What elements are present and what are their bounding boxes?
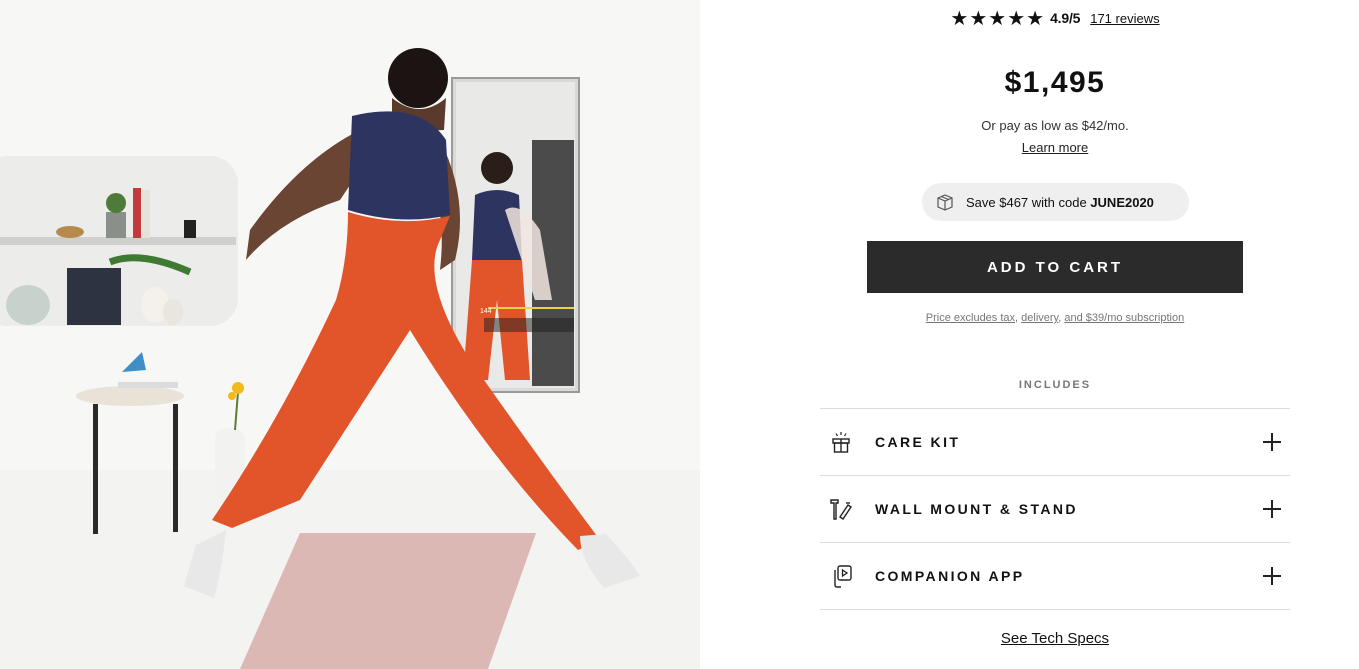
learn-more-row: Learn more xyxy=(820,140,1290,155)
price-excludes-tax-link[interactable]: Price excludes tax xyxy=(926,312,1015,324)
tools-icon xyxy=(828,496,854,522)
woman-top xyxy=(348,111,450,220)
gift-box-icon xyxy=(937,194,953,211)
include-item-companion-app[interactable]: COMPANION APP xyxy=(820,543,1290,610)
price-disclaimer: Price excludes tax, delivery, and $39/mo… xyxy=(820,312,1290,324)
star-icon: ★ xyxy=(1007,6,1026,30)
product-panel: ★ ★ ★ ★ ★ 4.9/5 171 reviews $1,495 Or pa… xyxy=(820,0,1290,669)
learn-more-link[interactable]: Learn more xyxy=(1022,140,1088,155)
phone-app-icon xyxy=(828,563,854,589)
expand-plus-icon[interactable] xyxy=(1262,499,1282,519)
add-to-cart-button[interactable]: ADD TO CART xyxy=(867,241,1243,293)
rating-score: 4.9/5 xyxy=(1050,10,1081,26)
rating-summary: ★ ★ ★ ★ ★ 4.9/5 171 reviews xyxy=(820,8,1290,28)
promo-code: JUNE2020 xyxy=(1090,194,1154,210)
include-item-label: WALL MOUNT & STAND xyxy=(875,501,1078,517)
product-price: $1,495 xyxy=(1004,66,1106,99)
include-item-wall-mount[interactable]: WALL MOUNT & STAND xyxy=(820,476,1290,543)
include-item-label: COMPANION APP xyxy=(875,568,1025,584)
expand-plus-icon[interactable] xyxy=(1262,566,1282,586)
star-icon: ★ xyxy=(950,6,969,30)
include-item-label: CARE KIT xyxy=(875,434,961,450)
star-icon: ★ xyxy=(969,6,988,30)
promo-text: Save $467 with code JUNE2020 xyxy=(966,195,1154,210)
star-icon: ★ xyxy=(1026,6,1045,30)
svg-text:144: 144 xyxy=(480,308,492,315)
financing-text: Or pay as low as $42/mo. xyxy=(981,118,1129,133)
star-icon: ★ xyxy=(988,6,1007,30)
reviews-link[interactable]: 171 reviews xyxy=(1090,11,1159,26)
hero-illustration: 144 xyxy=(0,48,700,669)
gift-icon xyxy=(828,429,854,455)
includes-list: CARE KIT WALL MOUNT & STAND COMPANION AP… xyxy=(820,408,1290,610)
hero-image: 144 xyxy=(0,0,700,669)
subscription-link[interactable]: and $39/mo subscription xyxy=(1064,312,1184,324)
see-tech-specs-link[interactable]: See Tech Specs xyxy=(1001,630,1109,647)
rating-stars: ★ ★ ★ ★ ★ xyxy=(950,8,1044,28)
delivery-link[interactable]: delivery xyxy=(1021,312,1058,324)
includes-heading: INCLUDES xyxy=(1018,379,1092,391)
expand-plus-icon[interactable] xyxy=(1262,432,1282,452)
include-item-care-kit[interactable]: CARE KIT xyxy=(820,409,1290,476)
promo-message: Save $467 with code xyxy=(966,194,1091,210)
woman-head xyxy=(388,48,448,108)
tech-specs-row: See Tech Specs xyxy=(820,630,1290,647)
promo-badge: Save $467 with code JUNE2020 xyxy=(922,183,1189,221)
